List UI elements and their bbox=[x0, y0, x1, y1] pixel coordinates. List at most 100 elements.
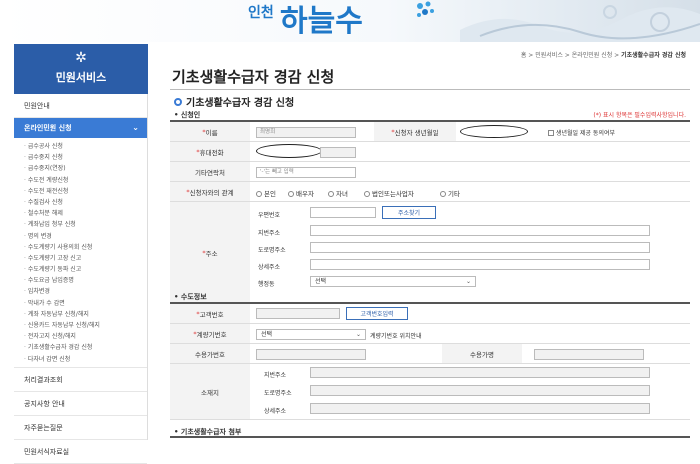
submenu-item[interactable]: 수도요금 납입증명 bbox=[14, 275, 147, 286]
relation-radio-other[interactable]: 기타 bbox=[440, 188, 460, 198]
user-no-label: 수용가번호 bbox=[170, 344, 250, 363]
relation-radio-business[interactable]: 법인또는사업자 bbox=[364, 188, 414, 198]
user-name-field[interactable] bbox=[534, 349, 644, 360]
section-title-text: 기초생활수급자 경감 신청 bbox=[186, 98, 295, 109]
radio-icon bbox=[328, 191, 334, 197]
meter-no-value: 선택 bbox=[261, 331, 273, 338]
submenu-item[interactable]: 수도계량기 고장 신고 bbox=[14, 253, 147, 264]
sidebar-item-notice[interactable]: 공지사항 안내 bbox=[14, 392, 147, 416]
logo-city-text: 인천 bbox=[248, 5, 274, 21]
breadcrumb: 홈 > 민원서비스 > 온라인민원 신청 > 기초생활수급자 경감 신청 bbox=[520, 52, 686, 59]
form-row-relation: 신청자와의 관계 본인 배우자 자녀 법인또는사업자 기타 bbox=[170, 182, 690, 202]
submenu-item[interactable]: 계좌납입 청부 신청 bbox=[14, 219, 147, 230]
location-lot-field[interactable] bbox=[310, 367, 650, 378]
sidebar-item-faq[interactable]: 자주묻는질문 bbox=[14, 416, 147, 440]
lot-address-label: 지번주소 bbox=[258, 230, 281, 237]
form-row-location: 소재지 지번주소 도로명주소 상세주소 bbox=[170, 364, 690, 420]
address-search-button[interactable]: 주소찾기 bbox=[382, 206, 436, 219]
relation-option-label: 본인 bbox=[264, 190, 276, 198]
submenu-item[interactable]: 수도전 계량신청 bbox=[14, 175, 147, 186]
radio-icon bbox=[440, 191, 446, 197]
submenu-item[interactable]: 수도계량기 동파 신고 bbox=[14, 264, 147, 275]
attach-divider bbox=[170, 436, 690, 438]
birth-field[interactable] bbox=[460, 125, 528, 138]
submenu-item[interactable]: 급수중지 신청 bbox=[14, 152, 147, 163]
user-no-field[interactable] bbox=[256, 349, 366, 360]
customer-no-field[interactable] bbox=[256, 308, 340, 319]
submenu-item[interactable]: 전자고지 신청/해지 bbox=[14, 331, 147, 342]
birth-consent-checkbox[interactable]: 생년월일 제공 동의여부 bbox=[548, 128, 615, 137]
phone-label: 휴대전화 bbox=[170, 142, 250, 161]
detail-address-label: 상세주소 bbox=[258, 264, 281, 271]
submenu-item[interactable]: 수도계량기 사용의회 신청 bbox=[14, 242, 147, 253]
customer-no-label: 고객번호 bbox=[170, 304, 250, 323]
phone-field[interactable] bbox=[256, 144, 322, 158]
form-row-meter: 계량기번호 선택 ⌄ 계량기번호 위치안내 bbox=[170, 324, 690, 344]
submenu-item[interactable]: 수도전 재전신청 bbox=[14, 186, 147, 197]
title-divider bbox=[170, 89, 690, 90]
chevron-down-icon: ⌄ bbox=[355, 331, 361, 338]
sidebar-item-label: 온라인민원 신청 bbox=[24, 124, 72, 132]
relation-option-label: 법인또는사업자 bbox=[372, 190, 414, 198]
birth-consent-label: 생년월일 제공 동의여부 bbox=[556, 130, 616, 137]
lot-address-field[interactable] bbox=[310, 225, 650, 236]
checkbox-icon bbox=[548, 130, 554, 136]
submenu-item[interactable]: 막내가 수 감면 bbox=[14, 298, 147, 309]
address-label: 주소 bbox=[170, 202, 250, 303]
sidebar-item-intro[interactable]: 민원안내 bbox=[14, 94, 147, 118]
sidebar-title: 민원서비스 bbox=[55, 71, 107, 84]
customer-no-button[interactable]: 고객번호입력 bbox=[346, 307, 408, 320]
form-row-phone: 휴대전화 bbox=[170, 142, 690, 162]
other-contact-field[interactable]: '-'는 빼고 입력 bbox=[256, 167, 356, 178]
user-name-label: 수용가명 bbox=[442, 344, 522, 363]
meter-no-select[interactable]: 선택 ⌄ bbox=[256, 329, 366, 340]
meter-location-help[interactable]: 계량기번호 위치안내 bbox=[370, 331, 422, 340]
detail-address-field[interactable] bbox=[310, 259, 650, 270]
relation-radio-child[interactable]: 자녀 bbox=[328, 188, 348, 198]
breadcrumb-item[interactable]: 온라인민원 신청 bbox=[572, 52, 613, 59]
bullet-ring-icon bbox=[174, 98, 182, 106]
submenu-item[interactable]: 임차변경 bbox=[14, 286, 147, 297]
submenu-item[interactable]: 계좌 자동납부 신청/해지 bbox=[14, 309, 147, 320]
sidebar-item-forms[interactable]: 민원서식자료실 bbox=[14, 440, 147, 464]
admin-dong-label: 행정동 bbox=[258, 281, 275, 288]
radio-icon bbox=[364, 191, 370, 197]
submenu-item[interactable]: 다자녀 감면 신청 bbox=[14, 354, 147, 365]
submenu-item[interactable]: 철수처분 해제 bbox=[14, 208, 147, 219]
form-row-name: 이름 최명희 신청자 생년월일 생년월일 제공 동의여부 bbox=[170, 122, 690, 142]
location-lot-label: 지번주소 bbox=[264, 372, 287, 379]
submenu-item[interactable]: 수질검사 신청 bbox=[14, 197, 147, 208]
sidebar-item-online-request[interactable]: 온라인민원 신청 ⌄ bbox=[14, 118, 147, 138]
road-address-field[interactable] bbox=[310, 242, 650, 253]
required-note-text: (*) 표시 항목은 필수입력사항입니다. bbox=[593, 112, 686, 119]
phone-field-tail[interactable] bbox=[320, 147, 356, 158]
water-section-label: 수도정보 bbox=[174, 292, 207, 302]
relation-radio-self[interactable]: 본인 bbox=[256, 188, 276, 198]
applicant-form: 이름 최명희 신청자 생년월일 생년월일 제공 동의여부 휴대전화 기타연락처 … bbox=[170, 120, 690, 320]
submenu-item[interactable]: 명의 변경 bbox=[14, 231, 147, 242]
submenu-item[interactable]: 기초생활수급자 경감 신청 bbox=[14, 342, 147, 353]
breadcrumb-item[interactable]: 민원서비스 bbox=[535, 52, 563, 59]
submenu-item[interactable]: 신용카드 자동납부 신청/해지 bbox=[14, 320, 147, 331]
required-note: (*) 표시 항목은 필수입력사항입니다. bbox=[593, 110, 686, 119]
relation-label: 신청자와의 관계 bbox=[170, 182, 250, 201]
chevron-down-icon: ⌄ bbox=[132, 123, 139, 132]
submenu-item[interactable]: 급수공사 신청 bbox=[14, 141, 147, 152]
admin-dong-value: 선택 bbox=[315, 278, 327, 285]
admin-dong-select[interactable]: 선택 ⌄ bbox=[310, 276, 476, 287]
zip-field[interactable] bbox=[310, 207, 376, 218]
site-banner: 인천 하늘수 bbox=[0, 0, 700, 42]
sidebar-item-result[interactable]: 처리결과조회 bbox=[14, 368, 147, 392]
relation-radio-spouse[interactable]: 배우자 bbox=[288, 188, 314, 198]
location-road-field[interactable] bbox=[310, 385, 650, 396]
applicant-section-label: 신청인 bbox=[174, 110, 200, 120]
form-row-user: 수용가번호 수용가명 bbox=[170, 344, 690, 364]
water-drops-icon bbox=[417, 1, 434, 17]
radio-icon bbox=[256, 191, 262, 197]
location-detail-field[interactable] bbox=[310, 403, 650, 414]
breadcrumb-current: 기초생활수급자 경감 신청 bbox=[621, 52, 686, 59]
location-road-label: 도로명주소 bbox=[264, 390, 292, 397]
submenu-item[interactable]: 급수중지(연장) bbox=[14, 163, 147, 174]
name-label: 이름 bbox=[170, 122, 250, 141]
home-icon[interactable]: 홈 bbox=[521, 52, 527, 59]
